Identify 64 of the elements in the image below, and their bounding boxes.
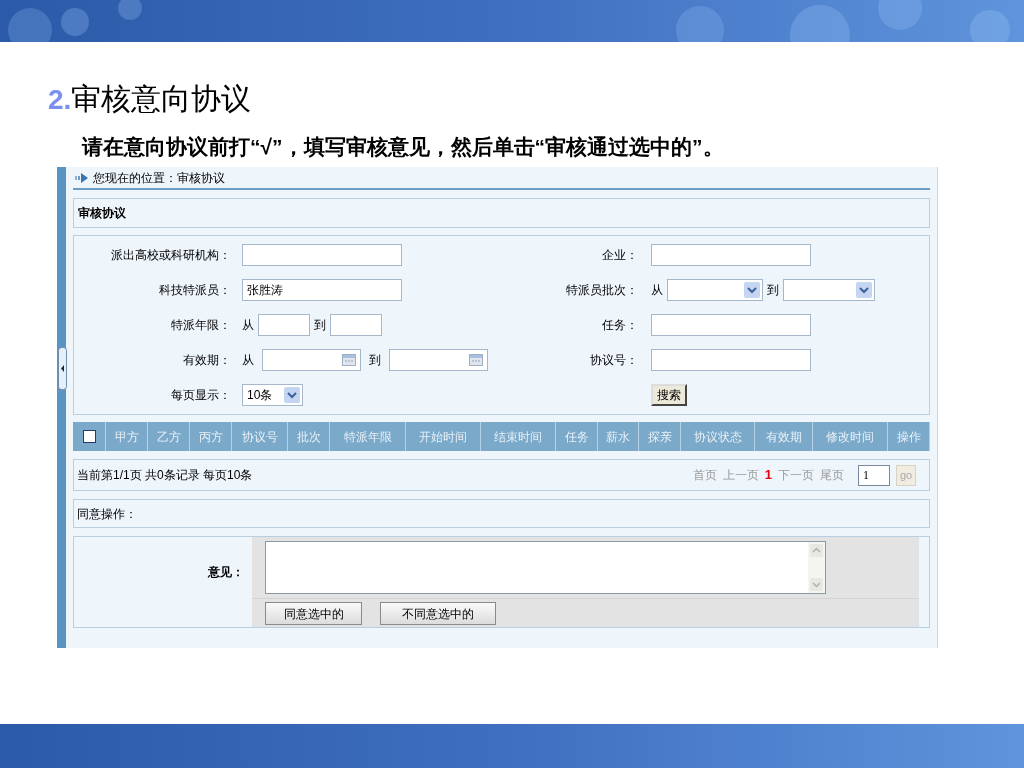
collapse-handle-icon[interactable] <box>58 347 67 390</box>
column-header: 乙方 <box>148 422 190 451</box>
page-input[interactable]: 1 <box>858 464 890 486</box>
breadcrumb: 您现在的位置：审核协议 <box>93 169 225 187</box>
column-header: 批次 <box>288 422 330 451</box>
column-header: 特派年限 <box>330 422 406 451</box>
field-label: 企业： <box>601 247 638 264</box>
opinion-label: 意见： <box>208 564 244 581</box>
date-field[interactable] <box>389 349 488 371</box>
select-field[interactable]: 10条 <box>242 384 303 406</box>
calendar-icon[interactable] <box>469 354 483 366</box>
field-label: 每页显示： <box>170 387 231 404</box>
calendar-icon[interactable] <box>342 354 356 366</box>
from-label: 从 <box>242 352 254 369</box>
column-header: 丙方 <box>190 422 232 451</box>
scrollbar[interactable] <box>808 542 825 593</box>
field-label: 科技特派员： <box>158 282 231 299</box>
action-button[interactable]: 同意选中的 <box>265 602 362 625</box>
opinion-textarea[interactable] <box>265 541 826 594</box>
to-label: 到 <box>369 352 381 369</box>
text-field[interactable] <box>258 314 310 336</box>
select-all-checkbox[interactable] <box>82 430 96 443</box>
page-info: 当前第1/1页 共0条记录 每页10条 <box>77 467 253 484</box>
field-label: 特派员批次： <box>565 282 638 299</box>
scroll-down-icon[interactable] <box>810 578 823 591</box>
field-label: 派出高校或科研机构： <box>110 247 231 264</box>
column-header: 结束时间 <box>481 422 556 451</box>
column-header: 协议状态 <box>681 422 755 451</box>
page-link[interactable]: 1 <box>764 465 772 485</box>
field-label: 协议号： <box>589 352 638 369</box>
slide-number: 2. <box>48 86 72 114</box>
column-header: 有效期 <box>755 422 813 451</box>
text-field[interactable] <box>651 314 811 336</box>
date-field[interactable] <box>262 349 361 371</box>
from-label: 从 <box>242 317 254 334</box>
field-label: 任务： <box>601 317 638 334</box>
to-label: 到 <box>767 282 779 299</box>
from-label: 从 <box>651 282 663 299</box>
arrow-icon <box>75 172 89 183</box>
text-field[interactable] <box>651 244 811 266</box>
section-title: 审核协议 <box>78 205 126 222</box>
search-button[interactable]: 搜索 <box>651 384 687 406</box>
column-header: 操作 <box>888 422 930 451</box>
to-label: 到 <box>314 317 326 334</box>
column-header: 协议号 <box>232 422 288 451</box>
text-field[interactable] <box>330 314 382 336</box>
scroll-up-icon[interactable] <box>810 544 823 557</box>
column-header: 薪水 <box>598 422 639 451</box>
text-field[interactable] <box>242 244 402 266</box>
column-header: 探亲 <box>639 422 681 451</box>
select-field[interactable] <box>783 279 875 301</box>
column-header: 开始时间 <box>406 422 481 451</box>
text-field[interactable] <box>651 349 811 371</box>
section-title: 同意操作： <box>77 505 137 523</box>
column-header: 修改时间 <box>813 422 888 451</box>
column-header: 甲方 <box>106 422 148 451</box>
select-field[interactable] <box>667 279 763 301</box>
field-label: 有效期： <box>182 352 231 369</box>
column-header: 任务 <box>556 422 598 451</box>
field-label: 特派年限： <box>170 317 231 334</box>
action-button[interactable]: 不同意选中的 <box>380 602 496 625</box>
text-field[interactable]: 张胜涛 <box>242 279 402 301</box>
slide-title: 审核意向协议 <box>71 84 252 114</box>
instruction-text: 请在意向协议前打“√”，填写审核意见，然后单击“审核通过选中的”。 <box>82 135 724 158</box>
